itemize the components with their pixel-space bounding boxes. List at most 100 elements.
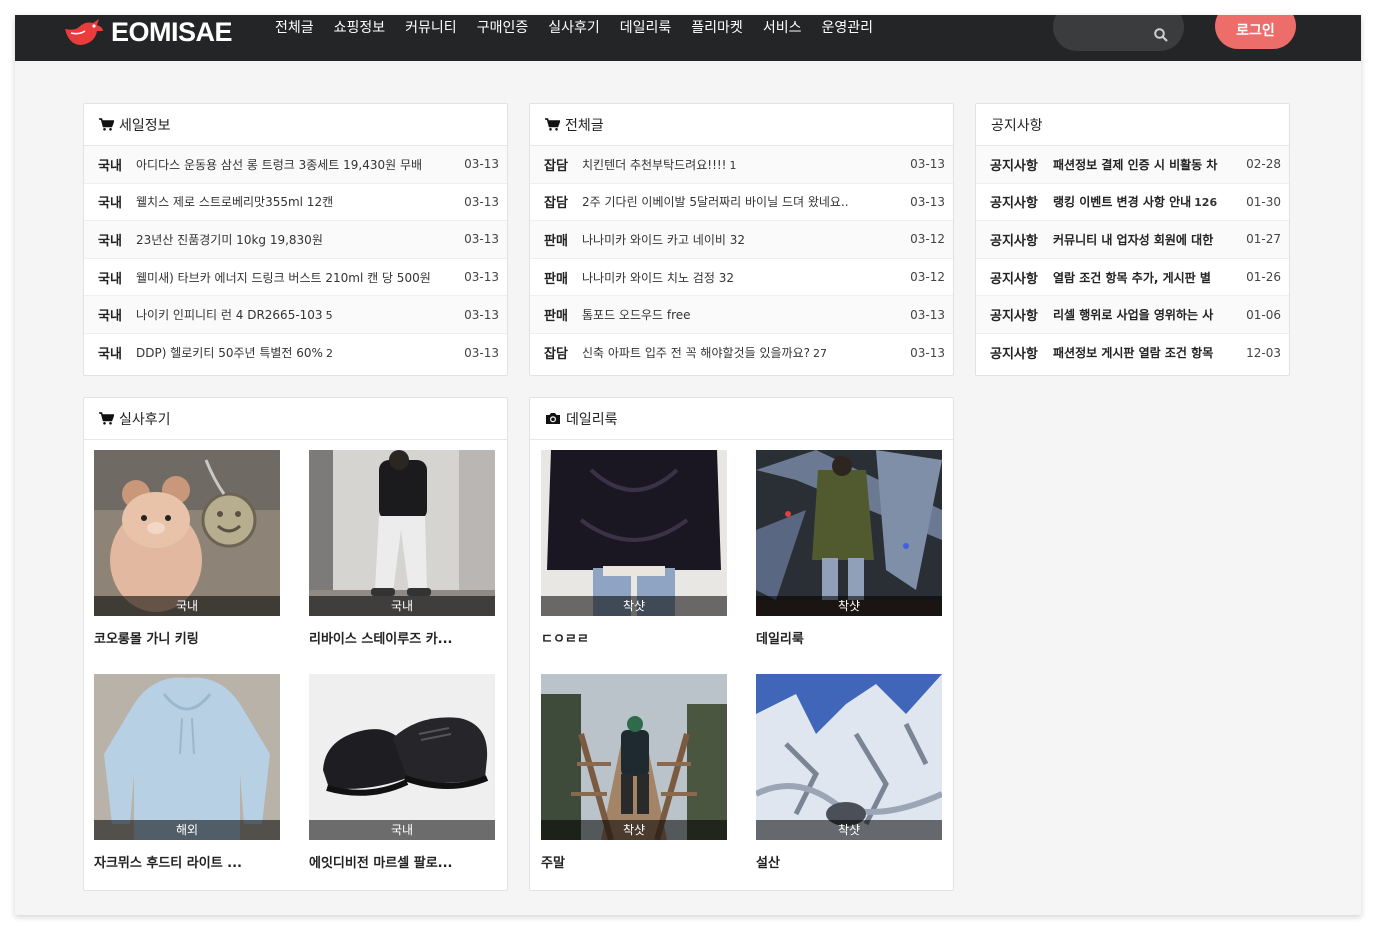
list-item[interactable]: 국내 웰미새) 타브카 에너지 드링크 버스트 210ml 캔 당 500원 03-… (84, 259, 507, 297)
card-thumbnail[interactable]: 국내 (94, 450, 280, 616)
card-title[interactable]: 자크뮈스 후드티 라이트 ... (94, 852, 280, 871)
post-title[interactable]: 랭킹 이벤트 변경 사항 안내 126 (1053, 193, 1238, 210)
nav-item-shopping[interactable]: 쇼핑정보 (324, 19, 396, 37)
panel-title[interactable]: 실사후기 (119, 409, 171, 429)
list-item[interactable]: 국내 나이키 인피니티 런 4 DR2665-103 5 03-13 (84, 296, 507, 334)
post-title[interactable]: 톰포드 오드우드 free (582, 306, 902, 323)
comment-count: 1 (729, 158, 737, 172)
card-thumbnail[interactable]: 국내 (309, 674, 495, 840)
all-posts-panel: 전체글 잡담 치킨텐더 추천부탁드려요!!!! 1 03-13 잡담 2주 기다린 이베… (529, 103, 954, 376)
comment-count: 2 (325, 347, 333, 361)
list-item[interactable]: 국내 23년산 진품경기미 10kg 19,830원 03-13 (84, 221, 507, 259)
category-label: 공지사항 (990, 347, 1038, 363)
review-card[interactable]: 국내 에잇디비전 마르셀 팔로... (309, 674, 495, 871)
post-title[interactable]: 나나미카 와이드 치노 검정 32 (582, 269, 902, 286)
search-input[interactable] (1053, 15, 1184, 51)
post-title[interactable]: 나나미카 와이드 카고 네이비 32 (582, 231, 902, 248)
nav-item-all[interactable]: 전체글 (265, 19, 324, 37)
category-label: 잡담 (544, 347, 568, 363)
daily-card[interactable]: 착샷 설산 (756, 674, 942, 871)
card-title[interactable]: 데일리룩 (756, 628, 942, 647)
post-title[interactable]: 패션정보 게시판 열람 조건 항목 (1053, 344, 1238, 361)
post-title[interactable]: 나이키 인피니티 런 4 DR2665-103 5 (136, 306, 456, 323)
card-thumbnail[interactable]: 해외 (94, 674, 280, 840)
post-title-text: 신축 아파트 입주 전 꼭 해야할것들 있을까요? (582, 346, 810, 361)
post-title[interactable]: 패션정보 결제 인증 시 비활동 차 (1053, 156, 1238, 173)
post-date: 02-28 (1246, 157, 1281, 172)
card-title[interactable]: 주말 (541, 852, 727, 871)
thumbnail-image (94, 674, 280, 840)
card-title[interactable]: 설산 (756, 852, 942, 871)
nav-item-admin[interactable]: 운영관리 (811, 19, 883, 37)
panel-title[interactable]: 전체글 (565, 115, 604, 135)
list-item[interactable]: 판매 나나미카 와이드 카고 네이비 32 03-12 (530, 221, 953, 259)
top-navbar: EOMISAE 전체글 쇼핑정보 커뮤니티 구매인증 실사후기 데일리룩 플리마… (15, 15, 1361, 61)
list-item[interactable]: 국내 아디다스 운동용 삼선 롱 트렁크 3종세트 19,430원 무배 03-13 (84, 146, 507, 184)
category-tag: 국내 (309, 820, 495, 840)
list-item[interactable]: 판매 나나미카 와이드 치노 검정 32 03-12 (530, 259, 953, 297)
post-title[interactable]: 웰치스 제로 스트로베리맛355ml 12캔 (136, 193, 456, 210)
site-logo[interactable]: EOMISAE (63, 17, 233, 47)
post-title[interactable]: 열람 조건 항목 추가, 게시판 별 (1053, 269, 1238, 286)
comment-count: 27 (812, 347, 827, 361)
list-item[interactable]: 국내 DDP) 헬로키티 50주년 특별전 60% 2 03-13 (84, 334, 507, 372)
panel-header: 전체글 (530, 104, 953, 146)
post-date: 03-13 (464, 270, 499, 285)
category-tag: 착샷 (541, 596, 727, 616)
nav-item-purchase[interactable]: 구매인증 (467, 19, 539, 37)
panel-title[interactable]: 세일정보 (119, 115, 171, 135)
panel-title[interactable]: 공지사항 (991, 115, 1043, 135)
nav-item-service[interactable]: 서비스 (753, 19, 812, 37)
search-icon[interactable] (1154, 28, 1168, 42)
list-item[interactable]: 잡담 2주 기다린 이베이발 5달러짜리 바이닐 드뎌 왔네요.. 03-13 (530, 184, 953, 222)
post-title[interactable]: 신축 아파트 입주 전 꼭 해야할것들 있을까요? 27 (582, 344, 902, 361)
list-item[interactable]: 공지사항 패션정보 결제 인증 시 비활동 차 02-28 (976, 146, 1289, 184)
post-title[interactable]: 커뮤니티 내 업자성 회원에 대한 (1053, 231, 1238, 248)
list-item[interactable]: 공지사항 패션정보 게시판 열람 조건 항목 12-03 (976, 334, 1289, 372)
list-item[interactable]: 잡담 치킨텐더 추천부탁드려요!!!! 1 03-13 (530, 146, 953, 184)
list-item[interactable]: 공지사항 커뮤니티 내 업자성 회원에 대한 01-27 (976, 221, 1289, 259)
post-title[interactable]: 아디다스 운동용 삼선 롱 트렁크 3종세트 19,430원 무배 (136, 156, 456, 173)
category-label: 판매 (544, 271, 568, 287)
login-button[interactable]: 로그인 (1215, 15, 1296, 49)
list-item[interactable]: 판매 톰포드 오드우드 free 03-13 (530, 296, 953, 334)
post-title[interactable]: 웰미새) 타브카 에너지 드링크 버스트 210ml 캔 당 500원 (136, 269, 456, 286)
nav-item-dailylook[interactable]: 데일리룩 (610, 19, 682, 37)
card-thumbnail[interactable]: 착샷 (541, 450, 727, 616)
card-title[interactable]: 에잇디비전 마르셀 팔로... (309, 852, 495, 871)
daily-card[interactable]: 착샷 ㄷㅇㄹㄹ (541, 450, 727, 647)
post-title[interactable]: 리셀 행위로 사업을 영위하는 사 (1053, 306, 1238, 323)
list-item[interactable]: 공지사항 열람 조건 항목 추가, 게시판 별 01-26 (976, 259, 1289, 297)
list-item[interactable]: 공지사항 랭킹 이벤트 변경 사항 안내 126 01-30 (976, 184, 1289, 222)
nav-item-review[interactable]: 실사후기 (538, 19, 610, 37)
panel-title[interactable]: 데일리룩 (566, 409, 618, 429)
category-label: 공지사항 (990, 196, 1038, 212)
post-title[interactable]: 2주 기다린 이베이발 5달러짜리 바이닐 드뎌 왔네요.. (582, 193, 902, 210)
daily-card[interactable]: 착샷 주말 (541, 674, 727, 871)
list-item[interactable]: 잡담 신축 아파트 입주 전 꼭 해야할것들 있을까요? 27 03-13 (530, 334, 953, 372)
card-title[interactable]: 리바이스 스테이루즈 카... (309, 628, 495, 647)
review-card[interactable]: 해외 자크뮈스 후드티 라이트 ... (94, 674, 280, 871)
post-title[interactable]: 치킨텐더 추천부탁드려요!!!! 1 (582, 156, 902, 173)
card-title[interactable]: ㄷㅇㄹㄹ (541, 628, 727, 647)
post-title[interactable]: DDP) 헬로키티 50주년 특별전 60% 2 (136, 344, 456, 361)
card-thumbnail[interactable]: 착샷 (756, 450, 942, 616)
review-card[interactable]: 국내 리바이스 스테이루즈 카... (309, 450, 495, 647)
daily-card[interactable]: 착샷 데일리룩 (756, 450, 942, 647)
nav-item-fleamarket[interactable]: 플리마켓 (681, 19, 753, 37)
card-thumbnail[interactable]: 국내 (309, 450, 495, 616)
post-date: 03-13 (910, 157, 945, 172)
card-thumbnail[interactable]: 착샷 (756, 674, 942, 840)
card-thumbnail[interactable]: 착샷 (541, 674, 727, 840)
list-item[interactable]: 국내 웰치스 제로 스트로베리맛355ml 12캔 03-13 (84, 184, 507, 222)
nav-item-community[interactable]: 커뮤니티 (395, 19, 467, 37)
thumbnail-image (94, 450, 280, 616)
category-label: 공지사항 (990, 309, 1038, 325)
thumbnail-image (309, 450, 495, 616)
post-title[interactable]: 23년산 진품경기미 10kg 19,830원 (136, 231, 456, 248)
category-label: 잡담 (544, 196, 568, 212)
review-card[interactable]: 국내 코오롱몰 가니 키링 (94, 450, 280, 647)
card-title[interactable]: 코오롱몰 가니 키링 (94, 628, 280, 647)
list-item[interactable]: 공지사항 리셀 행위로 사업을 영위하는 사 01-06 (976, 296, 1289, 334)
thumbnail-image (756, 674, 942, 840)
